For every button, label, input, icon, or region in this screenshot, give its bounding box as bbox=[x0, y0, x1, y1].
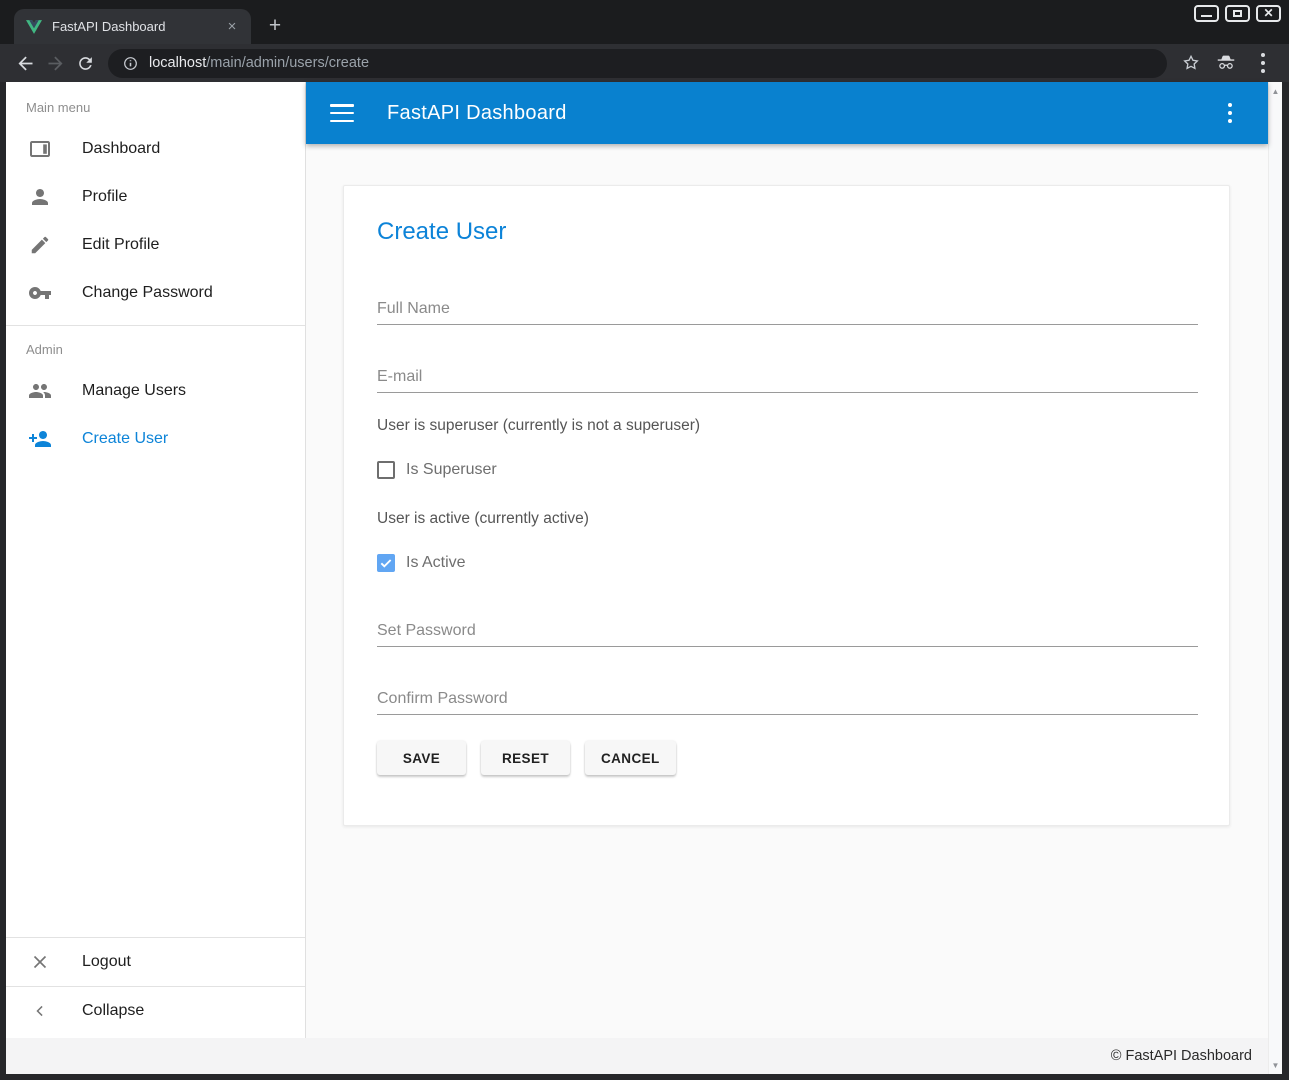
back-arrow-icon bbox=[15, 53, 36, 74]
copyright-text: © FastAPI Dashboard bbox=[1111, 1048, 1252, 1064]
sidebar-item-manage-users[interactable]: Manage Users bbox=[6, 367, 305, 415]
vue-logo-icon bbox=[26, 19, 42, 35]
is-superuser-checkbox-row[interactable]: Is Superuser bbox=[377, 460, 1196, 480]
sidebar-caption-main-menu: Main menu bbox=[6, 82, 305, 125]
pencil-icon bbox=[28, 233, 52, 257]
browser-tab[interactable]: FastAPI Dashboard × bbox=[14, 9, 251, 44]
is-active-checkbox-row[interactable]: Is Active bbox=[377, 553, 1196, 573]
sidebar-item-label: Logout bbox=[82, 953, 131, 971]
superuser-note: User is superuser (currently is not a su… bbox=[377, 417, 1196, 435]
sidebar-caption-admin: Admin bbox=[6, 334, 305, 367]
sidebar-item-collapse[interactable]: Collapse bbox=[6, 987, 305, 1035]
browser-toolbar: localhost/main/admin/users/create bbox=[0, 44, 1289, 82]
scroll-up-arrow-icon[interactable]: ▲ bbox=[1269, 84, 1282, 98]
page-title: Create User bbox=[377, 218, 1196, 246]
main-content: Create User User is superuser (currently… bbox=[306, 144, 1268, 1038]
dashboard-icon bbox=[28, 137, 52, 161]
sidebar: Main menu Dashboard Profile Edit Profile bbox=[6, 82, 306, 1038]
sidebar-item-label: Dashboard bbox=[82, 140, 160, 158]
sidebar-item-create-user[interactable]: Create User bbox=[6, 415, 305, 463]
full-name-input[interactable] bbox=[377, 293, 1198, 325]
cancel-button[interactable]: CANCEL bbox=[585, 741, 676, 775]
close-x-icon bbox=[28, 950, 52, 974]
sidebar-item-label: Collapse bbox=[82, 1002, 144, 1020]
maximize-icon bbox=[1233, 10, 1242, 17]
new-tab-button[interactable]: + bbox=[262, 14, 288, 40]
email-input[interactable] bbox=[377, 361, 1198, 393]
browser-window: FastAPI Dashboard × + ✕ localhost/main/a… bbox=[0, 0, 1289, 1080]
browser-menu-button[interactable] bbox=[1251, 51, 1275, 75]
sidebar-divider bbox=[6, 325, 305, 326]
reload-button[interactable] bbox=[70, 48, 100, 78]
close-icon: ✕ bbox=[1258, 7, 1279, 20]
back-button[interactable] bbox=[10, 48, 40, 78]
reset-button[interactable]: RESET bbox=[481, 741, 570, 775]
minimize-icon bbox=[1201, 15, 1212, 17]
vertical-scrollbar[interactable]: ▲ ▼ bbox=[1268, 82, 1282, 1074]
maximize-button[interactable] bbox=[1225, 5, 1250, 22]
reload-icon bbox=[76, 54, 95, 73]
is-superuser-label: Is Superuser bbox=[406, 461, 497, 479]
incognito-icon bbox=[1215, 52, 1237, 74]
person-icon bbox=[28, 185, 52, 209]
person-add-icon bbox=[28, 427, 52, 451]
is-active-checkbox[interactable] bbox=[377, 554, 395, 572]
tab-strip: FastAPI Dashboard × + ✕ bbox=[0, 0, 1289, 44]
url-path: /main/admin/users/create bbox=[206, 55, 369, 71]
sidebar-item-edit-profile[interactable]: Edit Profile bbox=[6, 221, 305, 269]
scroll-down-arrow-icon[interactable]: ▼ bbox=[1269, 1058, 1282, 1072]
sidebar-item-change-password[interactable]: Change Password bbox=[6, 269, 305, 317]
url-host: localhost bbox=[149, 55, 206, 71]
save-button[interactable]: SAVE bbox=[377, 741, 466, 775]
bookmark-star-icon[interactable] bbox=[1181, 53, 1201, 73]
site-info-icon[interactable] bbox=[122, 55, 139, 72]
is-active-label: Is Active bbox=[406, 554, 466, 572]
confirm-password-input[interactable] bbox=[377, 683, 1198, 715]
minimize-button[interactable] bbox=[1194, 5, 1219, 22]
page-footer: © FastAPI Dashboard bbox=[6, 1038, 1268, 1074]
sidebar-item-label: Edit Profile bbox=[82, 236, 159, 254]
app-bar: FastAPI Dashboard bbox=[306, 82, 1268, 144]
sidebar-item-logout[interactable]: Logout bbox=[6, 938, 305, 986]
is-superuser-checkbox[interactable] bbox=[377, 461, 395, 479]
tab-title: FastAPI Dashboard bbox=[52, 19, 223, 34]
people-icon bbox=[28, 379, 52, 403]
sidebar-item-dashboard[interactable]: Dashboard bbox=[6, 125, 305, 173]
close-button[interactable]: ✕ bbox=[1256, 5, 1281, 22]
hamburger-menu-button[interactable] bbox=[330, 104, 354, 122]
sidebar-item-label: Profile bbox=[82, 188, 127, 206]
sidebar-item-label: Manage Users bbox=[82, 382, 186, 400]
forward-button[interactable] bbox=[40, 48, 70, 78]
app-bar-menu-button[interactable] bbox=[1218, 101, 1242, 125]
sidebar-item-label: Create User bbox=[82, 430, 168, 448]
sidebar-item-profile[interactable]: Profile bbox=[6, 173, 305, 221]
kebab-icon bbox=[1228, 103, 1233, 108]
active-note: User is active (currently active) bbox=[377, 510, 1196, 528]
create-user-card: Create User User is superuser (currently… bbox=[343, 185, 1230, 826]
page-viewport: Main menu Dashboard Profile Edit Profile bbox=[6, 82, 1282, 1074]
sidebar-item-label: Change Password bbox=[82, 284, 213, 302]
forward-arrow-icon bbox=[45, 53, 66, 74]
form-actions: SAVE RESET CANCEL bbox=[377, 741, 1196, 775]
set-password-input[interactable] bbox=[377, 615, 1198, 647]
chevron-left-icon bbox=[28, 999, 52, 1023]
tab-close-icon[interactable]: × bbox=[223, 18, 241, 36]
url-bar[interactable]: localhost/main/admin/users/create bbox=[108, 49, 1167, 78]
url-text: localhost/main/admin/users/create bbox=[149, 55, 369, 71]
window-controls: ✕ bbox=[1194, 5, 1281, 22]
app-bar-title: FastAPI Dashboard bbox=[387, 102, 1218, 125]
hamburger-icon bbox=[330, 104, 354, 107]
key-icon bbox=[28, 281, 52, 305]
